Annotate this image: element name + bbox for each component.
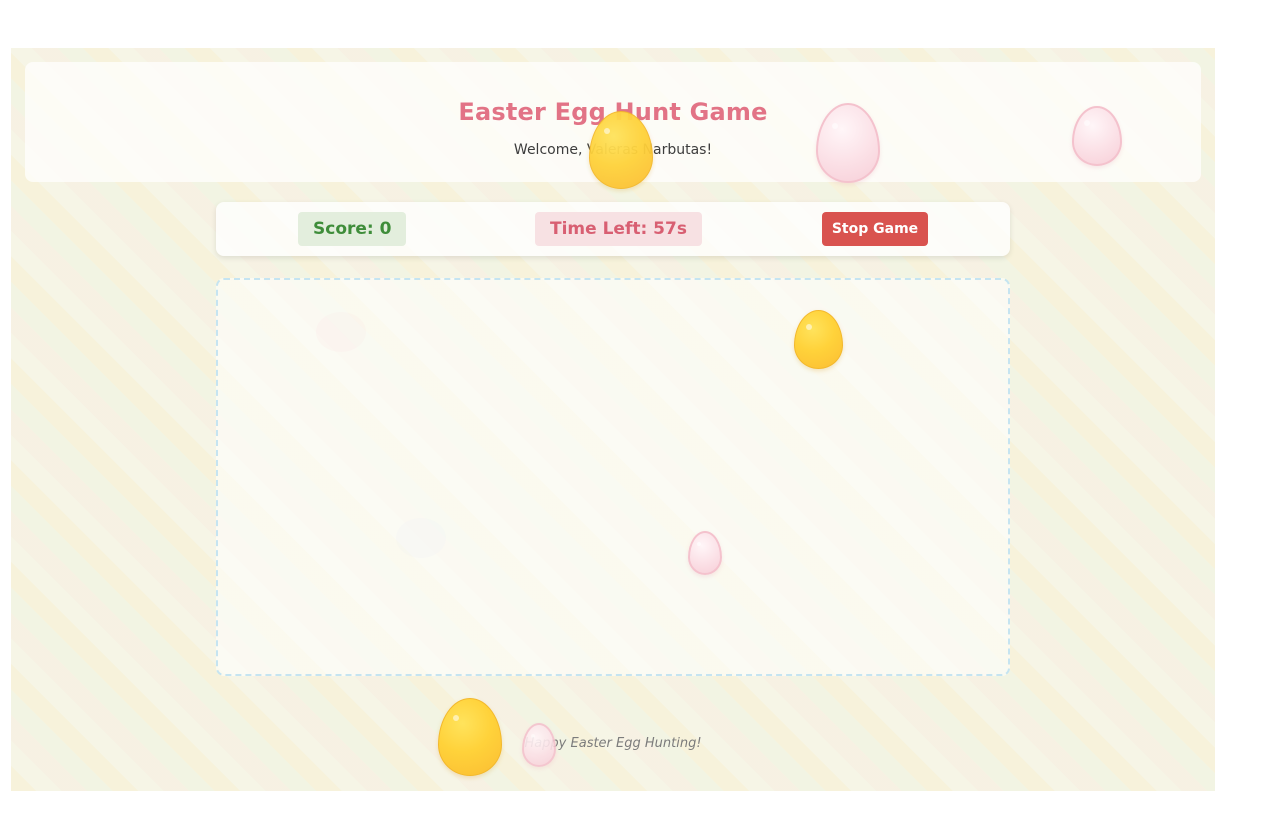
page-background: Easter Egg Hunt Game Welcome, Valeras Na… xyxy=(11,48,1215,791)
egg-shine xyxy=(604,128,610,134)
egg-shine xyxy=(832,123,838,129)
score-display: Score: 0 xyxy=(298,212,407,246)
time-left-display: Time Left: 57s xyxy=(535,212,702,246)
stop-game-button[interactable]: Stop Game xyxy=(822,212,928,246)
control-bar: Score: 0 Time Left: 57s Stop Game xyxy=(216,202,1010,256)
egg-shine xyxy=(1084,120,1090,126)
egg-shine xyxy=(453,715,459,721)
egg-shine xyxy=(531,734,535,738)
yellow-egg[interactable] xyxy=(438,698,502,776)
egg-shine xyxy=(697,542,701,546)
footer-message: Happy Easter Egg Hunting! xyxy=(524,736,702,751)
egg-shine xyxy=(806,324,812,330)
game-area[interactable] xyxy=(216,278,1010,676)
pink-egg[interactable] xyxy=(522,723,556,767)
pink-egg[interactable] xyxy=(688,531,722,575)
